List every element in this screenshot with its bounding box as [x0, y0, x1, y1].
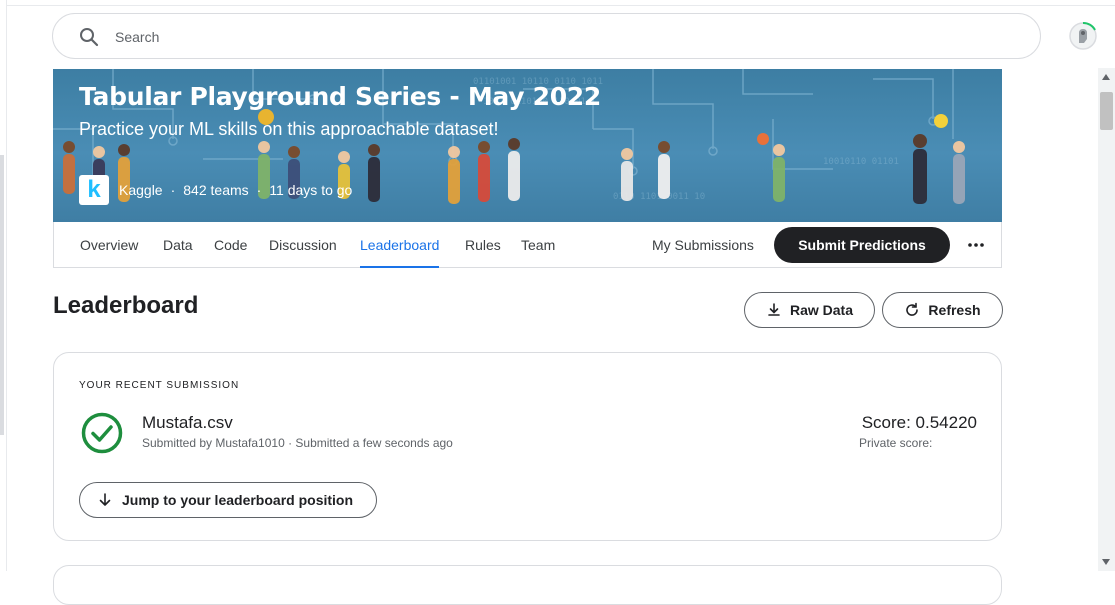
public-score: Score: 0.54220	[861, 413, 977, 432]
private-score: Private score:	[859, 436, 933, 450]
jump-to-position-button[interactable]: Jump to your leaderboard position	[79, 482, 377, 518]
deadline: 11 days to go	[269, 182, 353, 198]
refresh-label: Refresh	[928, 302, 981, 318]
meta-separator: ·	[170, 182, 176, 198]
recent-submission-card: YOUR RECENT SUBMISSION Mustafa.csv Submi…	[53, 352, 1002, 541]
tab-data[interactable]: Data	[163, 222, 193, 267]
raw-data-label: Raw Data	[789, 302, 854, 318]
tab-code[interactable]: Code	[214, 222, 247, 267]
recent-submission-heading: YOUR RECENT SUBMISSION	[79, 380, 240, 391]
tab-rules[interactable]: Rules	[465, 222, 501, 267]
check-circle-icon	[81, 412, 123, 454]
avatar[interactable]	[1068, 21, 1098, 51]
submission-filename: Mustafa.csv	[142, 413, 233, 432]
tab-team[interactable]: Team	[521, 222, 555, 267]
search-bar[interactable]	[52, 13, 1041, 59]
tab-discussion[interactable]: Discussion	[269, 222, 337, 267]
scroll-up-arrow-icon[interactable]	[1102, 74, 1110, 80]
submit-predictions-button[interactable]: Submit Predictions	[774, 227, 950, 263]
refresh-icon	[906, 302, 919, 316]
tab-leaderboard[interactable]: Leaderboard	[360, 222, 440, 268]
jump-label: Jump to your leaderboard position	[122, 492, 354, 508]
competition-tabs: Overview Data Code Discussion Leaderboar…	[53, 222, 1002, 268]
tab-overview[interactable]: Overview	[80, 222, 138, 267]
kaggle-logo-icon[interactable]: k	[79, 175, 109, 205]
left-scroll-rail	[0, 0, 7, 571]
page-scrollbar[interactable]	[1098, 68, 1115, 571]
scroll-down-arrow-icon[interactable]	[1102, 559, 1110, 565]
my-submissions-link[interactable]: My Submissions	[652, 222, 754, 268]
competition-title: Tabular Playground Series - May 2022	[79, 82, 601, 111]
team-count: 842 teams	[183, 182, 249, 198]
more-options-icon[interactable]	[966, 235, 986, 255]
competition-meta: k Kaggle · 842 teams · 11 days to go	[79, 174, 352, 206]
arrow-down-icon	[99, 493, 111, 506]
search-input[interactable]	[113, 24, 997, 50]
competition-header-banner: 01101001 10110 0110 1011 1001 0110100 11…	[53, 69, 1002, 222]
leaderboard-table-card	[53, 565, 1002, 605]
search-icon	[80, 28, 99, 47]
download-icon	[768, 303, 780, 316]
svg-text:10010110 01101: 10010110 01101	[823, 157, 899, 167]
raw-data-button[interactable]: Raw Data	[744, 292, 875, 328]
refresh-button[interactable]: Refresh	[882, 292, 1003, 328]
meta-separator: ·	[256, 182, 262, 198]
left-scroll-thumb[interactable]	[0, 155, 4, 435]
scroll-thumb[interactable]	[1100, 92, 1113, 130]
page-title: Leaderboard	[53, 292, 199, 319]
host-name[interactable]: Kaggle	[119, 182, 163, 198]
submission-meta: Submitted by Mustafa1010 · Submitted a f…	[142, 436, 453, 450]
competition-subtitle: Practice your ML skills on this approach…	[79, 119, 499, 139]
top-divider	[6, 5, 1115, 6]
